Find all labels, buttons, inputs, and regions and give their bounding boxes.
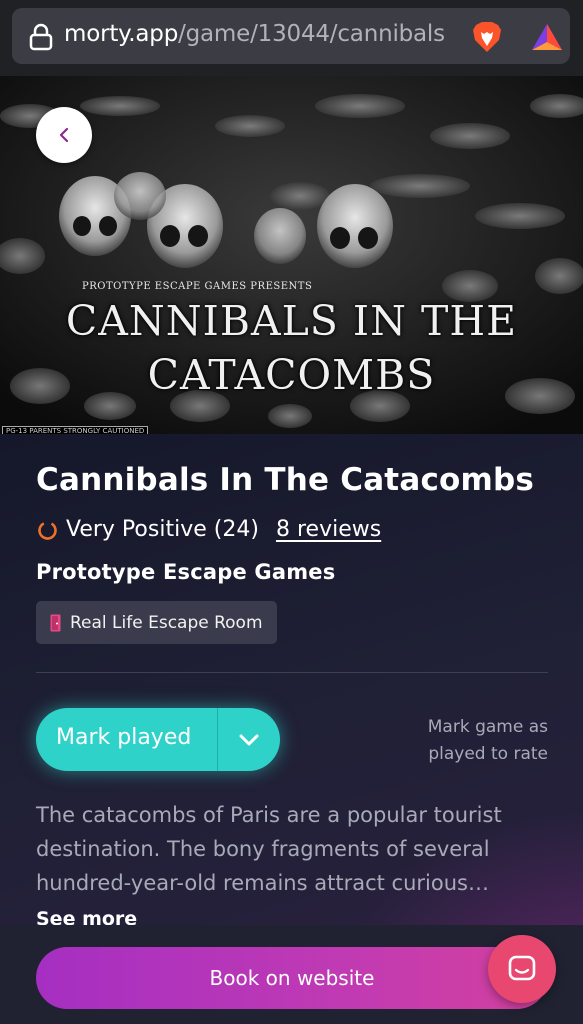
- door-icon: [50, 614, 61, 631]
- back-chevron-icon: [59, 127, 69, 143]
- mark-hint-line2: played to rate: [428, 744, 548, 764]
- browser-toolbar: morty.app/game/13044/cannibals: [0, 0, 583, 76]
- book-on-website-button[interactable]: Book on website: [36, 947, 548, 1009]
- mark-played-label: Mark played: [56, 725, 192, 750]
- game-description: The catacombs of Paris are a popular tou…: [36, 803, 502, 895]
- poster-rating-badge: PG-13 PARENTS STRONGLY CAUTIONED: [2, 426, 149, 434]
- poster-presents-text: PROTOTYPE ESCAPE GAMES PRESENTS: [82, 281, 313, 292]
- chat-button[interactable]: [488, 935, 556, 1003]
- brave-lion-icon[interactable]: [470, 20, 504, 54]
- back-button[interactable]: [36, 107, 92, 163]
- url-text[interactable]: morty.app/game/13044/cannibals: [64, 21, 445, 47]
- rating-ring-icon: [38, 521, 57, 540]
- url-bar[interactable]: morty.app/game/13044/cannibals: [12, 8, 570, 64]
- poster-title-line2: CATACOMBS: [147, 351, 436, 399]
- poster-title-line1: CANNIBALS IN THE: [65, 297, 518, 345]
- category-tag-label: Real Life Escape Room: [70, 612, 263, 633]
- category-tag[interactable]: Real Life Escape Room: [36, 601, 277, 644]
- triangle-rewards-icon[interactable]: [530, 22, 564, 52]
- lock-icon: [29, 23, 53, 51]
- url-path: /game/13044/cannibals: [178, 21, 445, 47]
- book-button-label: Book on website: [209, 966, 375, 990]
- reviews-link[interactable]: 8 reviews: [276, 517, 381, 542]
- company-name[interactable]: Prototype Escape Games: [36, 560, 335, 584]
- button-separator: [217, 708, 218, 771]
- chat-icon: [508, 955, 536, 981]
- game-title: Cannibals In The Catacombs: [36, 462, 535, 498]
- chevron-down-icon[interactable]: [236, 730, 262, 750]
- mark-played-hint: Mark game as played to rate: [348, 714, 548, 768]
- mark-played-button[interactable]: Mark played: [36, 708, 280, 771]
- divider: [36, 672, 548, 673]
- url-host: morty.app: [64, 21, 179, 47]
- mark-hint-line1: Mark game as: [427, 717, 548, 737]
- rating-summary: Very Positive (24): [66, 517, 259, 542]
